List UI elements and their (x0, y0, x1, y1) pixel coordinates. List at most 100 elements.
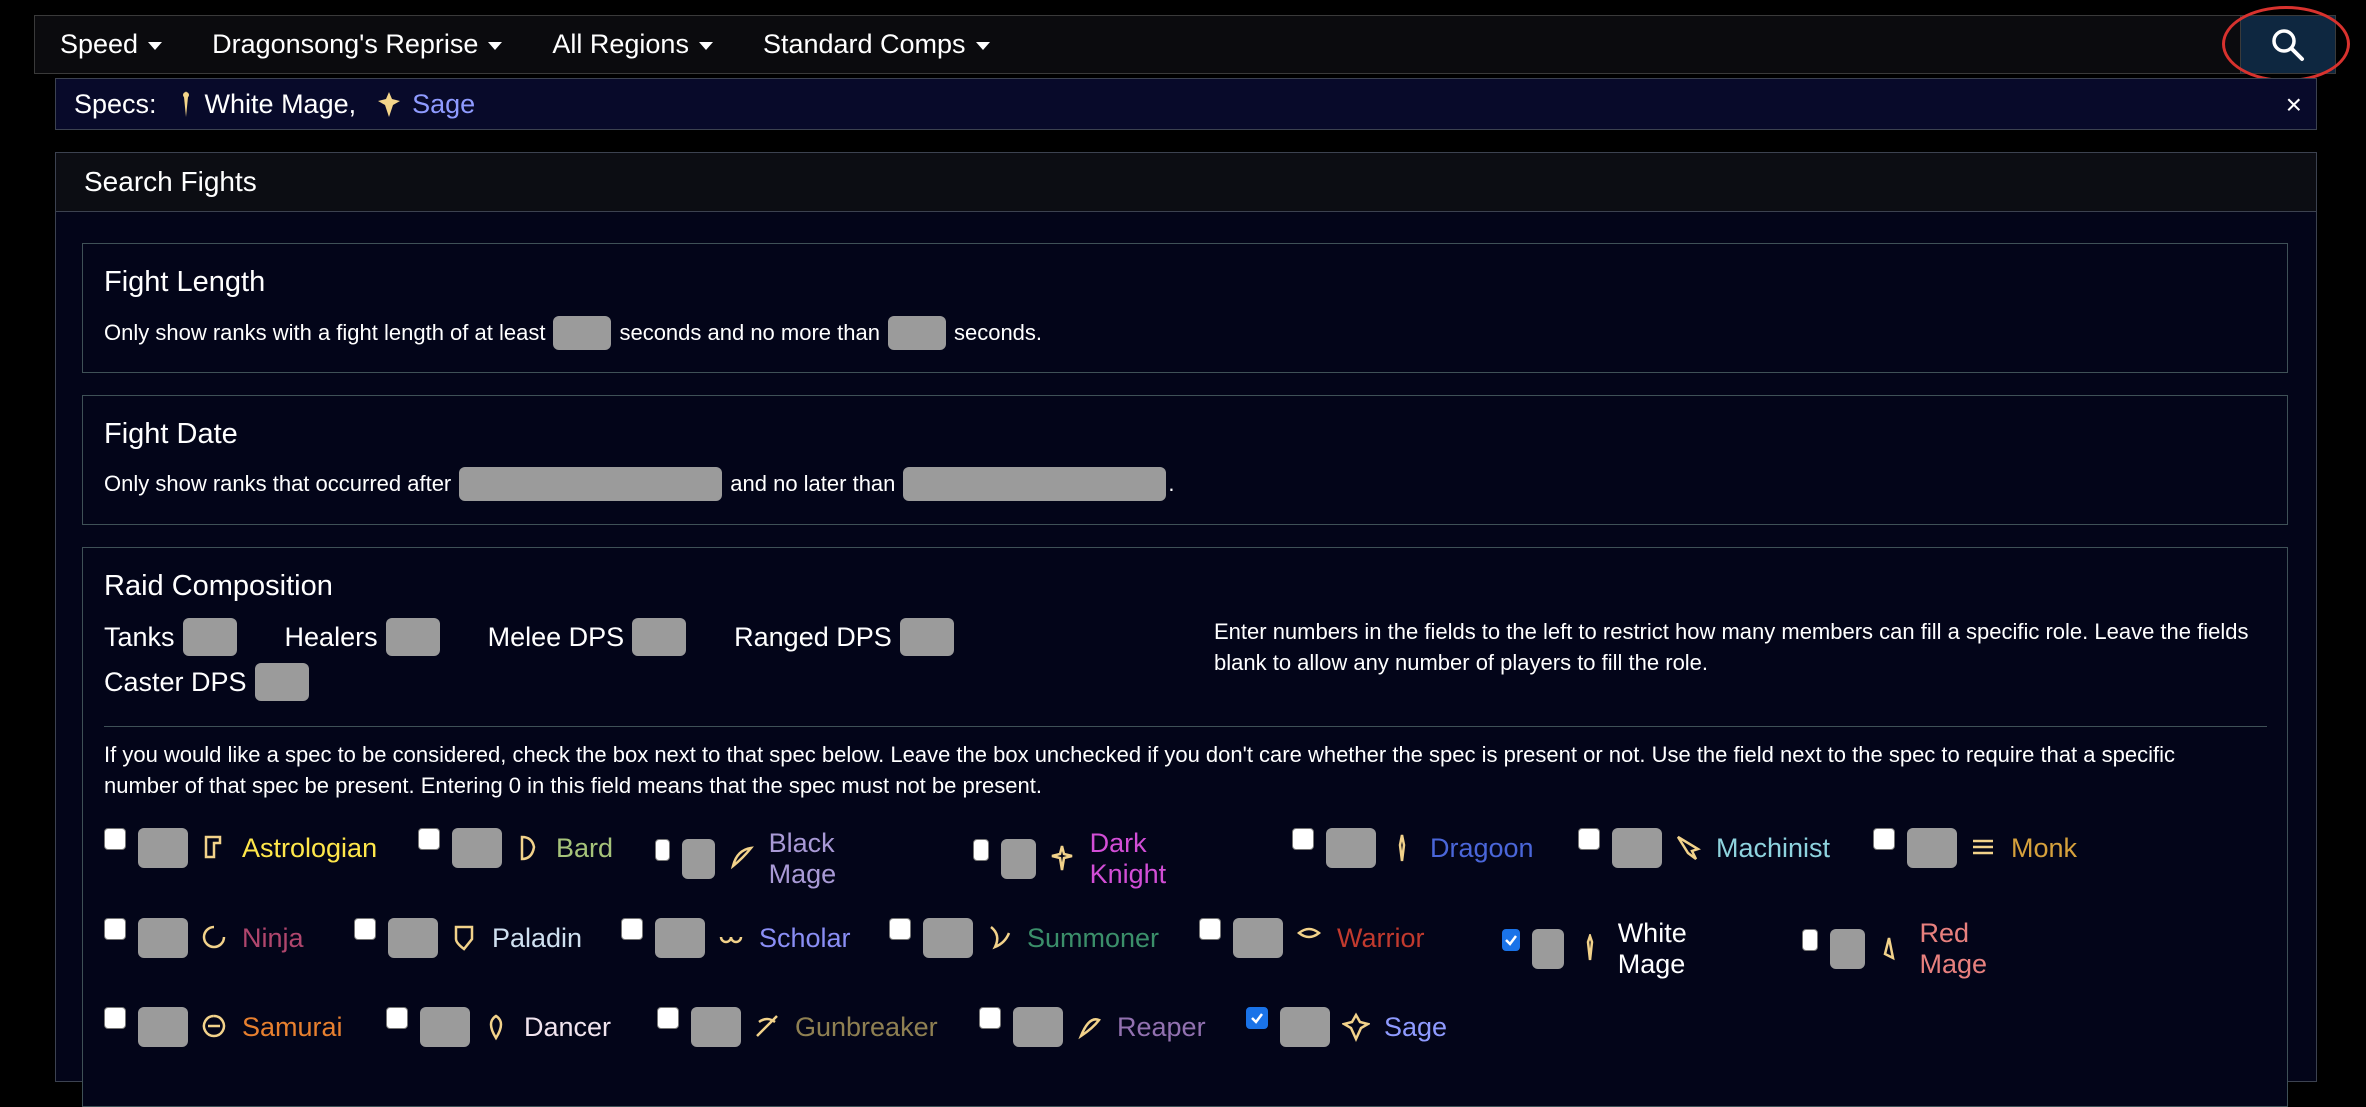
region-dropdown[interactable]: All Regions (552, 29, 713, 60)
summoner-count-input[interactable] (923, 918, 973, 958)
tanks-input[interactable] (182, 618, 237, 656)
red-mage-count-input[interactable] (1830, 929, 1866, 969)
dark-knight-label: Dark Knight (1089, 828, 1167, 889)
paladin-checkbox[interactable] (354, 918, 376, 940)
samurai-checkbox[interactable] (104, 1007, 126, 1029)
close-icon[interactable]: × (2286, 89, 2302, 121)
spec-option-astrologian: Astrologian (104, 828, 377, 868)
ninja-icon (200, 923, 228, 953)
dancer-checkbox[interactable] (386, 1007, 408, 1029)
divider (104, 726, 2267, 727)
white-mage-checkbox[interactable] (1502, 929, 1520, 951)
samurai-label: Samurai (242, 1011, 343, 1042)
end-date-input[interactable] (903, 467, 1167, 501)
ranged-dps-label: Ranged DPS (734, 621, 892, 652)
white-mage-count-input[interactable] (1532, 929, 1564, 969)
warrior-icon (1295, 923, 1323, 953)
healers-input[interactable] (385, 618, 440, 656)
dancer-count-input[interactable] (420, 1007, 470, 1047)
sage-label: Sage (1384, 1011, 1448, 1042)
scholar-checkbox[interactable] (621, 918, 643, 940)
role-row-2: Caster DPS (104, 663, 357, 701)
red-mage-label: Red Mage (1919, 918, 1988, 979)
panel-title: Search Fights (56, 153, 2316, 212)
samurai-count-input[interactable] (138, 1007, 188, 1047)
search-button[interactable] (2240, 16, 2335, 73)
red-mage-checkbox[interactable] (1802, 929, 1819, 951)
spec-option-bard: Bard (418, 828, 613, 868)
encounter-dropdown[interactable]: Dragonsong's Reprise (212, 29, 503, 60)
white-mage-label: White Mage (1617, 918, 1687, 979)
scholar-count-input[interactable] (655, 918, 705, 958)
sage-icon (1342, 1012, 1370, 1042)
spec-option-machinist: Machinist (1578, 828, 1830, 868)
monk-checkbox[interactable] (1873, 828, 1895, 850)
black-mage-count-input[interactable] (682, 839, 715, 879)
sage-count-input[interactable] (1280, 1007, 1330, 1047)
encounter-dropdown-label: Dragonsong's Reprise (212, 29, 479, 59)
bard-count-input[interactable] (452, 828, 502, 868)
monk-label: Monk (2011, 832, 2078, 863)
metric-dropdown[interactable]: Speed (60, 29, 163, 60)
raid-composition-section: Raid Composition Tanks Healers Melee DPS… (82, 547, 2288, 1107)
fight-date-title: Fight Date (104, 418, 238, 450)
black-mage-checkbox[interactable] (655, 839, 671, 861)
gunbreaker-checkbox[interactable] (657, 1007, 679, 1029)
fight-date-text-a: Only show ranks that occurred after (104, 471, 452, 496)
machinist-checkbox[interactable] (1578, 828, 1600, 850)
dragoon-checkbox[interactable] (1292, 828, 1314, 850)
spec-option-dark-knight: Dark Knight (973, 828, 1188, 890)
spec-option-monk: Monk (1873, 828, 2077, 868)
reaper-count-input[interactable] (1013, 1007, 1063, 1047)
dragoon-count-input[interactable] (1326, 828, 1376, 868)
warrior-label: Warrior (1337, 922, 1425, 953)
fight-length-section: Fight Length Only show ranks with a figh… (82, 243, 2288, 373)
samurai-icon (200, 1012, 228, 1042)
dark-knight-checkbox[interactable] (973, 839, 989, 861)
monk-count-input[interactable] (1907, 828, 1957, 868)
melee-dps-label: Melee DPS (487, 621, 625, 652)
fight-length-text-a: Only show ranks with a fight length of a… (104, 320, 546, 345)
spec-option-red-mage: Red Mage (1802, 918, 2008, 980)
comps-dropdown[interactable]: Standard Comps (763, 29, 990, 60)
spec-option-samurai: Samurai (104, 1007, 343, 1047)
astrologian-checkbox[interactable] (104, 828, 126, 850)
warrior-checkbox[interactable] (1199, 918, 1221, 940)
reaper-checkbox[interactable] (979, 1007, 1001, 1029)
gunbreaker-count-input[interactable] (691, 1007, 741, 1047)
bard-checkbox[interactable] (418, 828, 440, 850)
dark-knight-icon (1048, 844, 1076, 874)
tanks-role: Tanks (104, 618, 237, 656)
start-date-input[interactable] (459, 467, 723, 501)
white-mage-icon (1576, 934, 1604, 964)
melee-dps-input[interactable] (632, 618, 687, 656)
spec-option-white-mage: White Mage (1502, 918, 1709, 980)
raid-composition-title: Raid Composition (104, 570, 333, 602)
spec-help-text: If you would like a spec to be considere… (104, 742, 2175, 798)
ninja-count-input[interactable] (138, 918, 188, 958)
summoner-checkbox[interactable] (889, 918, 911, 940)
ranged-dps-input[interactable] (899, 618, 954, 656)
caster-dps-label: Caster DPS (104, 666, 247, 697)
black-mage-icon (727, 844, 755, 874)
spec-option-scholar: Scholar (621, 918, 851, 958)
spec-option-warrior: Warrior (1199, 918, 1425, 958)
dark-knight-count-input[interactable] (1000, 839, 1036, 879)
dragoon-label: Dragoon (1430, 832, 1534, 863)
max-seconds-input[interactable] (887, 316, 946, 350)
min-seconds-input[interactable] (553, 316, 612, 350)
astrologian-label: Astrologian (242, 832, 378, 863)
paladin-count-input[interactable] (388, 918, 438, 958)
spec-option-dancer: Dancer (386, 1007, 611, 1047)
sage-checkbox[interactable] (1246, 1007, 1268, 1029)
top-filter-bar: Speed Dragonsong's Reprise All Regions S… (34, 15, 2336, 74)
astrologian-count-input[interactable] (138, 828, 188, 868)
warrior-count-input[interactable] (1233, 918, 1283, 958)
gunbreaker-icon (753, 1012, 781, 1042)
machinist-count-input[interactable] (1612, 828, 1662, 868)
caster-dps-input[interactable] (254, 663, 309, 701)
fight-length-text-c: seconds. (953, 320, 1043, 345)
ninja-checkbox[interactable] (104, 918, 126, 940)
selected-specs-bar: Specs: White Mage, Sage × (55, 78, 2317, 130)
paladin-label: Paladin (492, 922, 583, 953)
